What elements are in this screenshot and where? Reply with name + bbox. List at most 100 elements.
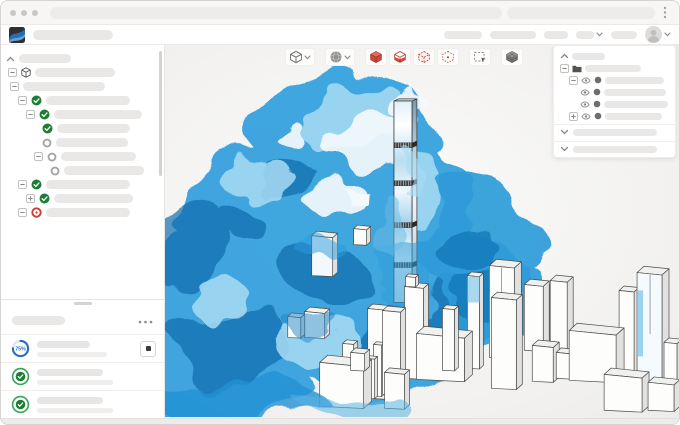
- job-title-placeholder: [37, 368, 103, 376]
- chevron-down-icon: [596, 32, 603, 37]
- render-mode-button[interactable]: [325, 48, 355, 66]
- mesh-view-button[interactable]: [501, 48, 523, 66]
- tree-row[interactable]: [1, 136, 164, 149]
- viewport-toolbar: [285, 48, 525, 66]
- panel-drag-handle[interactable]: [73, 302, 92, 305]
- traffic-light-icon[interactable]: [32, 9, 38, 16]
- minus-box-toggle-icon[interactable]: [10, 82, 19, 91]
- cube-outline-icon: [441, 50, 455, 64]
- minus-box-toggle-icon[interactable]: [560, 63, 569, 73]
- minus-box-toggle-icon[interactable]: [34, 152, 43, 161]
- simscale-logo-icon[interactable]: [9, 26, 25, 43]
- plus-box-toggle-icon[interactable]: [569, 111, 578, 121]
- show-split-button[interactable]: [389, 48, 411, 66]
- check-circle-icon: [42, 123, 53, 134]
- scene-layer-row[interactable]: [554, 98, 675, 110]
- tree-label-placeholder: [19, 54, 71, 63]
- empty-circle-icon: [50, 166, 60, 176]
- browser-menu-icon[interactable]: [660, 6, 670, 19]
- tree-row[interactable]: [1, 178, 164, 191]
- tree-row[interactable]: [1, 206, 164, 219]
- visibility-eye-icon[interactable]: [581, 112, 591, 120]
- tree-row[interactable]: [1, 80, 164, 93]
- minus-box-toggle-icon[interactable]: [26, 110, 35, 119]
- folder-icon: [572, 64, 582, 73]
- job-item[interactable]: [1, 390, 164, 418]
- panel-section-row[interactable]: [554, 141, 675, 156]
- tree-row[interactable]: [1, 94, 164, 107]
- user-menu[interactable]: [645, 26, 671, 43]
- box-select-button[interactable]: [469, 48, 491, 66]
- header-nav-item[interactable]: [544, 30, 568, 39]
- panel-section-row[interactable]: [554, 124, 675, 139]
- tree-row[interactable]: [1, 52, 164, 65]
- header-nav-item[interactable]: [576, 30, 603, 39]
- nav-label-placeholder: [490, 30, 536, 39]
- plus-box-toggle-icon[interactable]: [26, 194, 35, 203]
- visibility-eye-icon[interactable]: [580, 88, 590, 96]
- scene-layer-row[interactable]: [554, 110, 675, 122]
- tree-label-placeholder: [35, 68, 115, 77]
- secondary-bar[interactable]: [507, 6, 655, 19]
- header-nav-item[interactable]: [490, 30, 536, 39]
- caret-up-icon[interactable]: [6, 56, 15, 62]
- header-nav-item[interactable]: [611, 30, 637, 39]
- section-label-placeholder: [573, 128, 657, 136]
- jobs-list: 75%: [1, 334, 164, 418]
- jobs-menu-icon[interactable]: [138, 311, 153, 329]
- tree-row[interactable]: [1, 164, 164, 177]
- layer-dot-icon: [593, 100, 601, 108]
- traffic-light-icon[interactable]: [10, 9, 16, 16]
- nav-label-placeholder: [544, 30, 568, 39]
- show-transparent-button[interactable]: [413, 48, 435, 66]
- minus-box-toggle-icon[interactable]: [18, 96, 27, 105]
- url-bar[interactable]: [50, 6, 502, 19]
- job-success-icon: [11, 395, 30, 414]
- jobs-panel-header: [1, 307, 164, 334]
- scene-layer-row[interactable]: [554, 62, 675, 74]
- job-item[interactable]: [1, 362, 164, 390]
- job-subtitle-placeholder: [37, 379, 113, 385]
- layer-label-placeholder: [605, 76, 664, 84]
- header-nav-item[interactable]: [444, 30, 482, 39]
- tree-row[interactable]: [1, 122, 164, 135]
- traffic-light-icon[interactable]: [21, 9, 27, 16]
- chevron-down-icon[interactable]: [560, 129, 569, 135]
- view-orientation-button[interactable]: [285, 48, 315, 66]
- stop-icon: [145, 346, 151, 351]
- tree-label-placeholder: [64, 166, 144, 175]
- stop-job-button[interactable]: [140, 340, 156, 357]
- minus-box-toggle-icon[interactable]: [18, 180, 27, 189]
- section-label-placeholder: [573, 145, 657, 153]
- tree-row[interactable]: [1, 192, 164, 205]
- show-hidden-button[interactable]: [437, 48, 459, 66]
- tree-row[interactable]: [1, 150, 164, 163]
- minus-box-toggle-icon[interactable]: [569, 75, 578, 85]
- caret-up-icon[interactable]: [560, 53, 569, 59]
- show-solid-button[interactable]: [365, 48, 387, 66]
- scene-layer-row[interactable]: [554, 86, 675, 98]
- tree-row[interactable]: [1, 108, 164, 121]
- tree-label-placeholder: [54, 194, 133, 203]
- tree-row[interactable]: [1, 66, 164, 79]
- browser-chrome: [1, 1, 679, 25]
- viewport: [165, 45, 679, 418]
- visibility-eye-icon[interactable]: [581, 76, 591, 84]
- header-nav: [444, 26, 671, 43]
- minus-box-toggle-icon[interactable]: [18, 208, 27, 217]
- job-subtitle-placeholder: [37, 351, 107, 357]
- view-cube-icon: [289, 50, 303, 64]
- visibility-eye-icon[interactable]: [580, 100, 590, 108]
- chevron-down-icon[interactable]: [560, 146, 569, 152]
- simulation-tree-sidebar: 75%: [1, 45, 165, 418]
- scene-layer-row[interactable]: [554, 74, 675, 86]
- minus-box-toggle-icon[interactable]: [8, 68, 17, 77]
- scene-panel-header[interactable]: [554, 50, 675, 62]
- job-success-icon: [11, 367, 30, 386]
- cube-half-icon: [393, 50, 407, 64]
- sidebar-scrollbar[interactable]: [159, 51, 162, 176]
- job-item[interactable]: 75%: [1, 334, 164, 362]
- app-header: [1, 25, 679, 45]
- app-window: 75%: [0, 0, 680, 425]
- empty-circle-icon: [42, 138, 52, 148]
